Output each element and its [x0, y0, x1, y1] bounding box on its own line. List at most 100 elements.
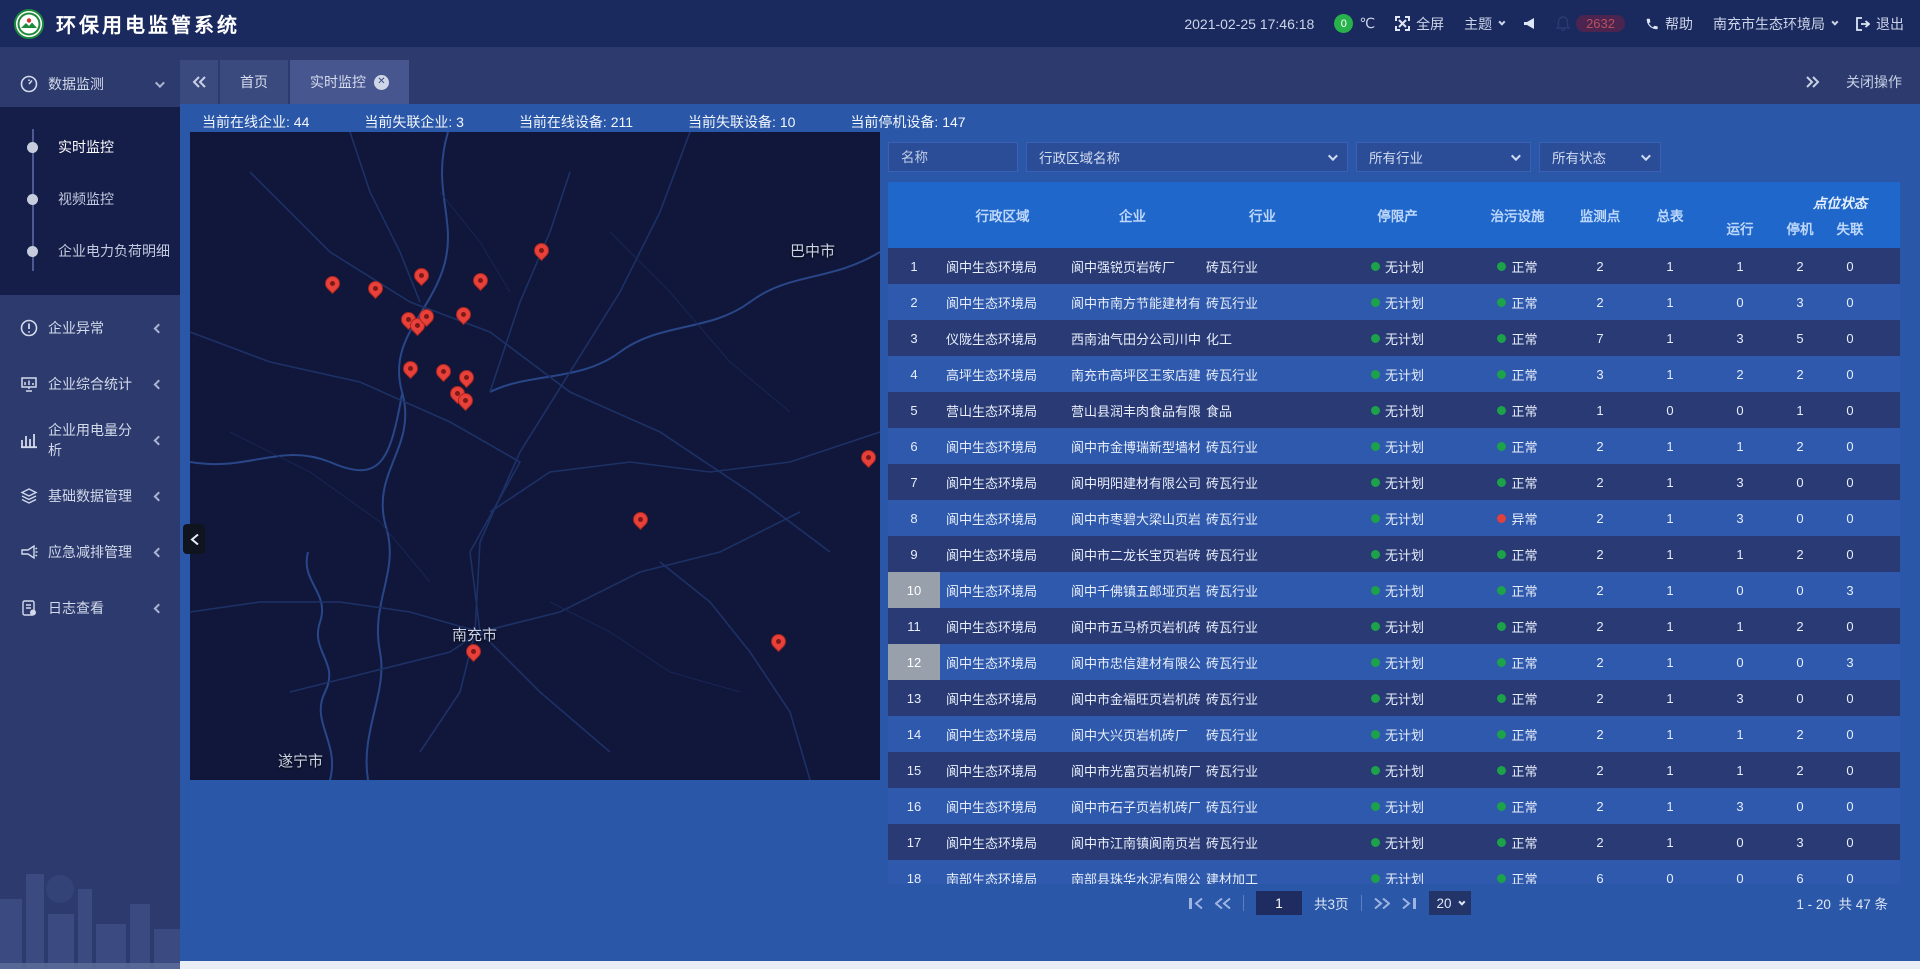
cell-monitor: 2 — [1565, 644, 1635, 680]
table-row[interactable]: 1 阆中生态环境局 阆中强锐页岩砖厂 砖瓦行业 无计划 正常 2 1 1 2 0 — [888, 248, 1900, 284]
first-page-button[interactable] — [1188, 898, 1203, 909]
cell-monitor: 2 — [1565, 608, 1635, 644]
sidebar-group-5[interactable]: 基础数据管理 — [0, 473, 180, 519]
double-chevron-right-icon[interactable] — [1806, 76, 1820, 88]
table-row[interactable]: 8 阆中生态环境局 阆中市枣碧大梁山页岩 砖瓦行业 无计划 异常 2 1 3 0… — [888, 500, 1900, 536]
table-row[interactable]: 9 阆中生态环境局 阆中市二龙长宝页岩砖 砖瓦行业 无计划 正常 2 1 1 2… — [888, 536, 1900, 572]
region-filter-select[interactable]: 行政区域名称 — [1026, 142, 1348, 172]
table-row[interactable]: 17 阆中生态环境局 阆中市江南镇阆南页岩 砖瓦行业 无计划 正常 2 1 0 … — [888, 824, 1900, 860]
sidebar-item-1[interactable]: 实时监控 — [0, 121, 180, 173]
fullscreen-button[interactable]: 全屏 — [1395, 14, 1444, 34]
name-filter-input[interactable] — [901, 150, 1005, 165]
table-row[interactable]: 12 阆中生态环境局 阆中市忠信建材有限公 砖瓦行业 无计划 正常 2 1 0 … — [888, 644, 1900, 680]
cell-stop: 2 — [1775, 356, 1825, 392]
status-filter-select[interactable]: 所有状态 — [1539, 142, 1661, 172]
cell-region: 营山生态环境局 — [940, 392, 1065, 428]
tabs-scroll-left-button[interactable] — [180, 60, 218, 104]
cell-run: 0 — [1705, 392, 1775, 428]
cell-halt: 无计划 — [1325, 788, 1470, 824]
sound-toggle[interactable] — [1523, 17, 1536, 30]
table-row[interactable]: 18 南部生态环境局 南部县珠华水泥有限公 建材加工 无计划 正常 6 0 0 … — [888, 860, 1900, 884]
cell-halt: 无计划 — [1325, 824, 1470, 860]
table-row[interactable]: 15 阆中生态环境局 阆中市光富页岩机砖厂 砖瓦行业 无计划 正常 2 1 1 … — [888, 752, 1900, 788]
cell-facility: 正常 — [1470, 428, 1565, 464]
cell-halt: 无计划 — [1325, 428, 1470, 464]
cell-lost: 0 — [1825, 680, 1875, 716]
cell-region: 阆中生态环境局 — [940, 824, 1065, 860]
stat-item: 当前停机设备: 147 — [850, 112, 965, 132]
notifications[interactable]: 2632 — [1556, 15, 1625, 32]
table-row[interactable]: 6 阆中生态环境局 阆中市金博瑞新型墙材 砖瓦行业 无计划 正常 2 1 1 2… — [888, 428, 1900, 464]
theme-dropdown[interactable]: 主题 — [1464, 14, 1503, 34]
chevron-left-icon — [190, 534, 199, 545]
table-row[interactable]: 7 阆中生态环境局 阆中明阳建材有限公司 砖瓦行业 无计划 正常 2 1 3 0… — [888, 464, 1900, 500]
cell-halt: 无计划 — [1325, 572, 1470, 608]
cell-industry: 砖瓦行业 — [1200, 284, 1325, 320]
temperature: 0 ℃ — [1334, 14, 1375, 33]
cell-facility: 正常 — [1470, 680, 1565, 716]
row-number: 6 — [888, 428, 940, 464]
org-dropdown[interactable]: 南充市生态环境局 — [1713, 14, 1836, 34]
cell-facility: 正常 — [1470, 752, 1565, 788]
table-row[interactable]: 13 阆中生态环境局 阆中市金福旺页岩机砖 砖瓦行业 无计划 正常 2 1 3 … — [888, 680, 1900, 716]
map-roads — [190, 132, 880, 780]
page-size-select[interactable]: 20 — [1429, 891, 1471, 915]
chevron-icon — [154, 491, 164, 501]
cell-industry: 砖瓦行业 — [1200, 824, 1325, 860]
cell-region: 阆中生态环境局 — [940, 428, 1065, 464]
cell-industry: 砖瓦行业 — [1200, 500, 1325, 536]
sidebar-group-3[interactable]: 企业综合统计 — [0, 361, 180, 407]
sidebar-group-4[interactable]: 企业用电量分析 — [0, 417, 180, 463]
table-row[interactable]: 10 阆中生态环境局 阆中千佛镇五郎垭页岩 砖瓦行业 无计划 正常 2 1 0 … — [888, 572, 1900, 608]
sidebar-group-6[interactable]: 应急减排管理 — [0, 529, 180, 575]
halt-status-dot — [1371, 262, 1380, 271]
notification-count-badge: 2632 — [1576, 15, 1625, 32]
stat-item: 当前失联企业: 3 — [364, 112, 464, 132]
tab-1[interactable]: 首页 — [220, 60, 288, 104]
table-row[interactable]: 3 仪陇生态环境局 西南油气田分公司川中 化工 无计划 正常 7 1 3 5 0 — [888, 320, 1900, 356]
table-row[interactable]: 5 营山生态环境局 营山县润丰肉食品有限 食品 无计划 正常 1 0 0 1 0 — [888, 392, 1900, 428]
page-number-input[interactable]: 1 — [1256, 891, 1302, 915]
table-row[interactable]: 16 阆中生态环境局 阆中市石子页岩机砖厂 砖瓦行业 无计划 正常 2 1 3 … — [888, 788, 1900, 824]
cell-monitor: 2 — [1565, 284, 1635, 320]
sidebar-collapse-button[interactable] — [183, 524, 205, 554]
help-button[interactable]: 帮助 — [1645, 14, 1693, 34]
table-row[interactable]: 11 阆中生态环境局 阆中市五马桥页岩机砖 砖瓦行业 无计划 正常 2 1 1 … — [888, 608, 1900, 644]
cell-stop: 2 — [1775, 248, 1825, 284]
row-number: 2 — [888, 284, 940, 320]
close-operations-button[interactable]: 关闭操作 — [1846, 72, 1902, 92]
next-page-button[interactable] — [1374, 898, 1390, 909]
halt-status-dot — [1371, 298, 1380, 307]
prev-page-button[interactable] — [1215, 898, 1231, 909]
sidebar-group-label: 基础数据管理 — [48, 486, 132, 506]
table-row[interactable]: 2 阆中生态环境局 阆中市南方节能建材有 砖瓦行业 无计划 正常 2 1 0 3… — [888, 284, 1900, 320]
name-filter-field[interactable] — [888, 142, 1018, 172]
sidebar-item-2[interactable]: 视频监控 — [0, 173, 180, 225]
industry-filter-select[interactable]: 所有行业 — [1356, 142, 1531, 172]
table-row[interactable]: 14 阆中生态环境局 阆中大兴页岩机砖厂 砖瓦行业 无计划 正常 2 1 1 2… — [888, 716, 1900, 752]
cell-lost: 0 — [1825, 860, 1875, 884]
col-header-point-status: 点位状态 运行 停机 失联 — [1705, 182, 1875, 248]
last-page-button[interactable] — [1402, 898, 1417, 909]
table-row[interactable]: 4 高坪生态环境局 南充市高坪区王家店建 砖瓦行业 无计划 正常 3 1 2 2… — [888, 356, 1900, 392]
halt-status-dot — [1371, 586, 1380, 595]
horizontal-scrollbar[interactable] — [180, 961, 1920, 969]
cell-run: 0 — [1705, 860, 1775, 884]
cell-halt: 无计划 — [1325, 464, 1470, 500]
facility-status-dot — [1497, 874, 1506, 883]
cell-halt: 无计划 — [1325, 608, 1470, 644]
cell-total: 0 — [1635, 392, 1705, 428]
chevron-icon — [154, 323, 164, 333]
sidebar-group-2[interactable]: 企业异常 — [0, 305, 180, 351]
logout-button[interactable]: 退出 — [1856, 14, 1904, 34]
tab-2[interactable]: 实时监控 ✕ — [290, 60, 409, 104]
map-panel[interactable]: 巴中市南充市遂宁市 — [190, 132, 880, 780]
tab-close-icon[interactable]: ✕ — [374, 75, 389, 90]
sidebar-item-3[interactable]: 企业电力负荷明细 — [0, 225, 180, 277]
double-chevron-left-icon — [192, 76, 206, 88]
cell-company: 阆中强锐页岩砖厂 — [1065, 248, 1200, 284]
sidebar-group-7[interactable]: 日志查看 — [0, 585, 180, 631]
cell-stop: 0 — [1775, 644, 1825, 680]
cell-halt: 无计划 — [1325, 644, 1470, 680]
sidebar-group-1[interactable]: 数据监测 — [0, 61, 180, 107]
